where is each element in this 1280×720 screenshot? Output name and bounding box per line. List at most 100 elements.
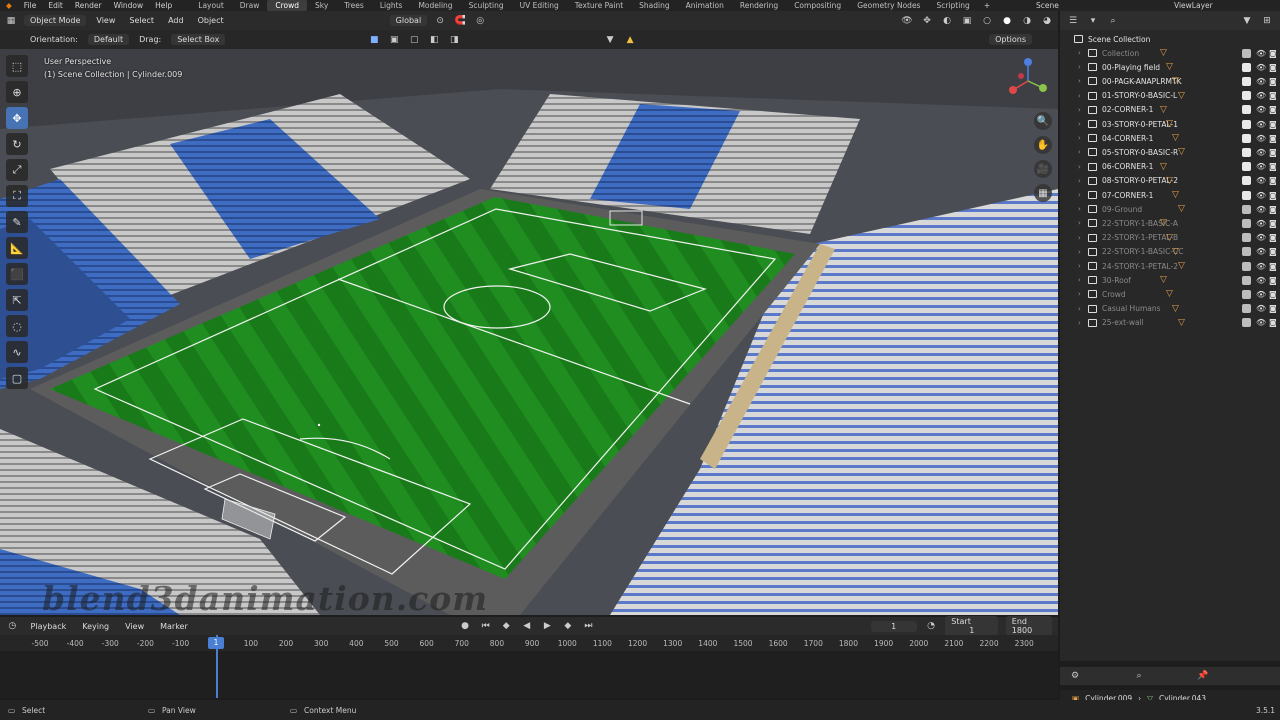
shading-rendered-icon[interactable]: ◕ xyxy=(1040,14,1054,28)
editor-type-icon[interactable]: ▦ xyxy=(4,14,18,28)
pin-icon[interactable]: 📌 xyxy=(1196,669,1210,683)
visibility-eye-icon[interactable]: 👁 xyxy=(1256,91,1266,100)
ortho-grid-icon[interactable]: ▦ xyxy=(1034,184,1052,202)
render-camera-icon[interactable]: ◙ xyxy=(1269,120,1277,129)
exclude-checkbox[interactable] xyxy=(1242,62,1251,72)
tab-rendering[interactable]: Rendering xyxy=(732,0,786,11)
zoom-icon[interactable]: 🔍 xyxy=(1034,112,1052,130)
render-camera-icon[interactable]: ◙ xyxy=(1269,148,1277,157)
expand-arrow-icon[interactable]: › xyxy=(1078,63,1081,71)
visibility-eye-icon[interactable]: 👁 xyxy=(1256,176,1266,185)
expand-arrow-icon[interactable]: › xyxy=(1078,191,1081,199)
render-camera-icon[interactable]: ◙ xyxy=(1269,105,1277,114)
render-camera-icon[interactable]: ◙ xyxy=(1269,77,1277,86)
shading-material-icon[interactable]: ◑ xyxy=(1020,14,1034,28)
cursor-tool-icon[interactable]: ⊕ xyxy=(6,81,28,103)
tab-trees[interactable]: Trees xyxy=(336,0,372,11)
view-menu[interactable]: View xyxy=(92,15,119,26)
tab-draw[interactable]: Draw xyxy=(232,0,268,11)
outliner-item[interactable]: › Crowd ▽ 👁 ◙ xyxy=(1060,287,1280,301)
visibility-eye-icon[interactable]: 👁 xyxy=(1256,262,1266,271)
outliner-item[interactable]: › 03-STORY-0-PETAL-1 ▽ 👁 ◙ xyxy=(1060,117,1280,131)
expand-arrow-icon[interactable]: › xyxy=(1078,305,1081,313)
exclude-checkbox[interactable] xyxy=(1242,190,1251,200)
annotate-tool-icon[interactable]: ✎ xyxy=(6,211,28,233)
start-frame-field[interactable]: Start 1 xyxy=(945,616,998,636)
exclude-checkbox[interactable] xyxy=(1242,147,1251,157)
outliner-item[interactable]: › 06-CORNER-1 ▽ 👁 ◙ xyxy=(1060,160,1280,174)
outliner-search-icon[interactable]: ⌕ xyxy=(1106,14,1120,28)
visibility-eye-icon[interactable]: 👁 xyxy=(1256,162,1266,171)
expand-arrow-icon[interactable]: › xyxy=(1078,262,1081,270)
render-camera-icon[interactable]: ◙ xyxy=(1269,304,1277,313)
timeline-ruler[interactable]: -500 -400 -300 -200 -100 100 200 300 400 500 600 70… xyxy=(0,635,1058,651)
menu-render[interactable]: Render xyxy=(69,0,108,11)
gizmo-toggle-icon[interactable]: ✥ xyxy=(920,14,934,28)
select-mode-subtract-icon[interactable]: ▢ xyxy=(407,33,421,47)
tab-modeling[interactable]: Modeling xyxy=(410,0,460,11)
object-data-icon[interactable]: ▽ xyxy=(1178,261,1185,271)
transform-tool-icon[interactable]: ⛶ xyxy=(6,185,28,207)
tab-shading[interactable]: Shading xyxy=(631,0,677,11)
object-data-icon[interactable]: ▽ xyxy=(1166,62,1173,72)
outliner-item[interactable]: › 01-STORY-0-BASIC-L ▽ 👁 ◙ xyxy=(1060,89,1280,103)
outliner-root[interactable]: Scene Collection xyxy=(1060,32,1280,46)
tab-sculpting[interactable]: Sculpting xyxy=(461,0,512,11)
object-data-icon[interactable]: ▽ xyxy=(1166,119,1173,129)
expand-arrow-icon[interactable]: › xyxy=(1078,234,1081,242)
outliner-item[interactable]: › 24-STORY-1-PETAL-2 ▽ 👁 ◙ xyxy=(1060,259,1280,273)
outliner-item[interactable]: › 09-Ground ▽ 👁 ◙ xyxy=(1060,202,1280,216)
object-data-icon[interactable]: ▽ xyxy=(1160,105,1167,115)
render-camera-icon[interactable]: ◙ xyxy=(1269,191,1277,200)
timeline-area[interactable] xyxy=(0,651,1058,698)
exclude-checkbox[interactable] xyxy=(1242,275,1251,285)
expand-arrow-icon[interactable]: › xyxy=(1078,163,1081,171)
render-camera-icon[interactable]: ◙ xyxy=(1269,233,1277,242)
object-data-icon[interactable]: ▽ xyxy=(1160,275,1167,285)
measure-tool-icon[interactable]: 📐 xyxy=(6,237,28,259)
visibility-eye-icon[interactable]: 👁 xyxy=(1256,191,1266,200)
visibility-eye-icon[interactable]: 👁 xyxy=(1256,105,1266,114)
object-data-icon[interactable]: ▽ xyxy=(1166,176,1173,186)
end-frame-field[interactable]: End 1800 xyxy=(1005,616,1052,636)
outliner-item[interactable]: › 22-STORY-1-PETAL-B ▽ 👁 ◙ xyxy=(1060,231,1280,245)
object-data-icon[interactable]: ▽ xyxy=(1160,162,1167,172)
pivot-icon[interactable]: ⊙ xyxy=(433,14,447,28)
exclude-checkbox[interactable] xyxy=(1242,76,1251,86)
timeline-editor-icon[interactable]: ◷ xyxy=(6,619,19,633)
outliner-editor-icon[interactable]: ☰ xyxy=(1066,14,1080,28)
visibility-eye-icon[interactable]: 👁 xyxy=(1256,247,1266,256)
expand-arrow-icon[interactable]: › xyxy=(1078,276,1081,284)
tab-sky[interactable]: Sky xyxy=(307,0,336,11)
outliner-item[interactable]: › 07-CORNER-1 ▽ 👁 ◙ xyxy=(1060,188,1280,202)
object-data-icon[interactable]: ▽ xyxy=(1172,76,1179,86)
scene-selector[interactable]: Scene xyxy=(1030,0,1065,11)
outliner-item[interactable]: › Collection ▽ 👁 ◙ xyxy=(1060,46,1280,60)
outliner-item[interactable]: › 25-ext-wall ▽ 👁 ◙ xyxy=(1060,316,1280,330)
outliner-item[interactable]: › 04-CORNER-1 ▽ 👁 ◙ xyxy=(1060,131,1280,145)
tab-scripting[interactable]: Scripting xyxy=(928,0,977,11)
exclude-checkbox[interactable] xyxy=(1242,318,1251,328)
play-icon[interactable]: ▶ xyxy=(541,619,554,633)
tab-compositing[interactable]: Compositing xyxy=(786,0,849,11)
current-frame-field[interactable]: 1 xyxy=(870,620,917,632)
exclude-checkbox[interactable] xyxy=(1242,105,1251,115)
exclude-checkbox[interactable] xyxy=(1242,204,1251,214)
3d-viewport[interactable]: blend3danimation.com xyxy=(0,49,1058,615)
record-icon[interactable]: ● xyxy=(459,619,472,633)
object-data-icon[interactable]: ▽ xyxy=(1166,233,1173,243)
options-dropdown[interactable]: Options xyxy=(989,34,1032,45)
jump-end-icon[interactable]: ⏭ xyxy=(582,619,595,633)
shading-solid-icon[interactable]: ● xyxy=(1000,14,1014,28)
object-data-icon[interactable]: ▽ xyxy=(1172,304,1179,314)
extrude-tool-icon[interactable]: ⇱ xyxy=(6,289,28,311)
outliner-item[interactable]: › 00-PAGK-ANAPLRMTK ▽ 👁 ◙ xyxy=(1060,74,1280,88)
move-tool-icon[interactable]: ✥ xyxy=(6,107,28,129)
exclude-checkbox[interactable] xyxy=(1242,261,1251,271)
render-camera-icon[interactable]: ◙ xyxy=(1269,318,1277,327)
render-camera-icon[interactable]: ◙ xyxy=(1269,219,1277,228)
mode-dropdown[interactable]: Object Mode xyxy=(24,15,87,26)
object-data-icon[interactable]: ▽ xyxy=(1178,318,1185,328)
object-data-icon[interactable]: ▽ xyxy=(1172,190,1179,200)
visibility-icon[interactable]: 👁 xyxy=(900,14,914,28)
